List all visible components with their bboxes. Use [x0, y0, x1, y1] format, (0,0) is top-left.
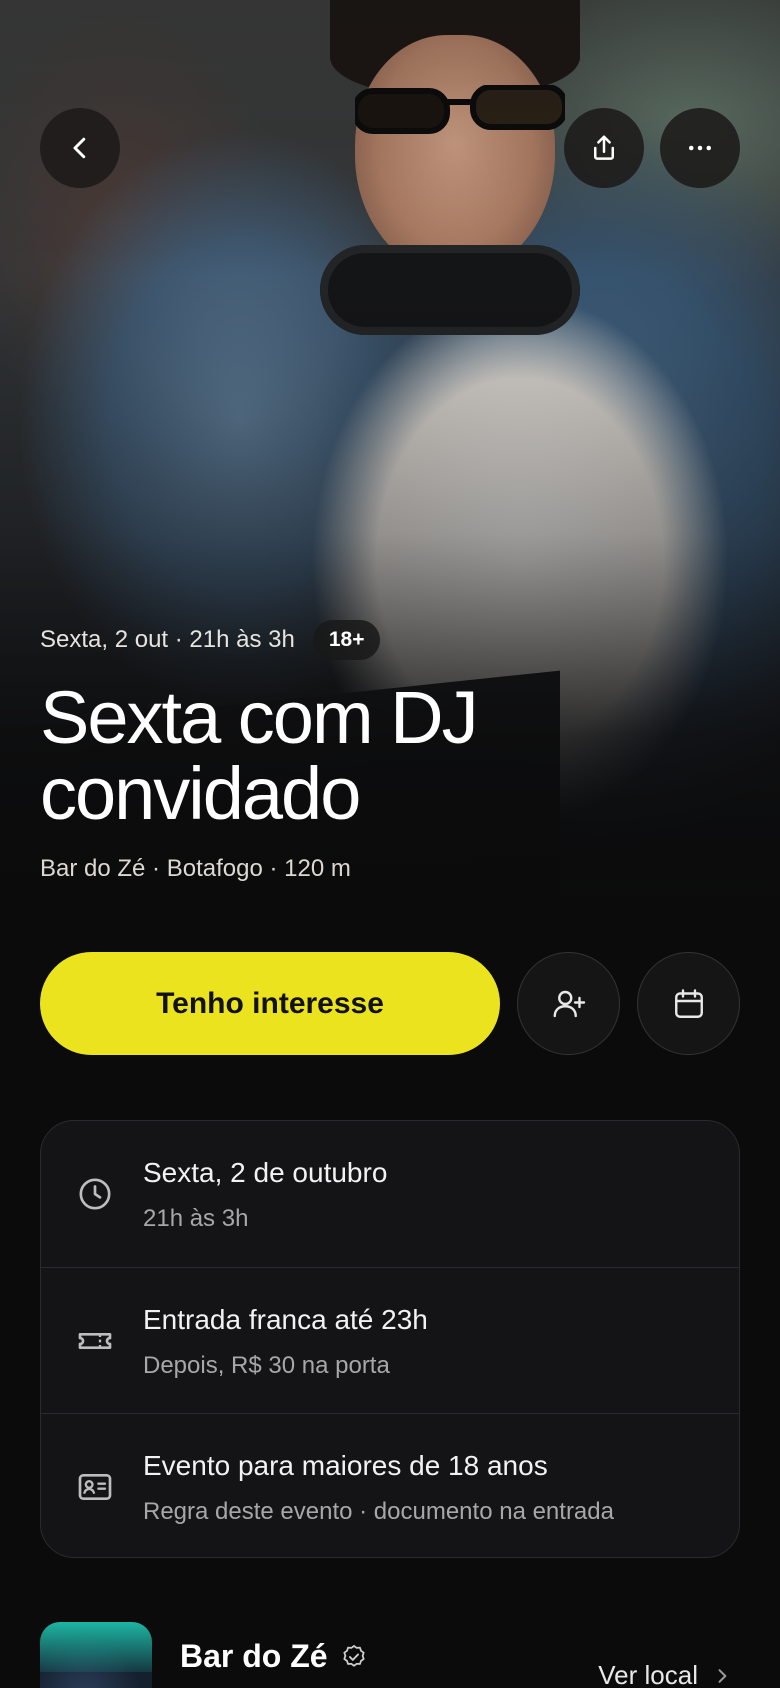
detail-title: Evento para maiores de 18 anos [143, 1450, 548, 1481]
age-badge: 18+ [312, 620, 381, 660]
more-horizontal-icon [689, 145, 711, 151]
event-title: Sexta com DJ convidado [40, 676, 479, 835]
detail-row-date: Sexta, 2 de outubro 21h às 3h [41, 1121, 739, 1267]
id-card-icon [78, 1473, 112, 1500]
chevron-right-icon [718, 1668, 727, 1683]
venue-thumbnail[interactable] [40, 1622, 152, 1688]
detail-title: Sexta, 2 de outubro [143, 1157, 388, 1188]
share-icon [594, 135, 614, 160]
verified-badge-icon [343, 1644, 365, 1667]
more-options-button[interactable] [660, 108, 740, 188]
event-datetime: Sexta, 2 out · 21h às 3h [40, 626, 295, 653]
calendar-icon [674, 988, 703, 1018]
chevron-left-icon [73, 137, 86, 159]
detail-row-entry: Entrada franca até 23h Depois, R$ 30 na … [41, 1267, 739, 1413]
detail-subtitle: 21h às 3h [143, 1205, 249, 1232]
detail-subtitle: Regra deste evento · documento na entrad… [143, 1498, 614, 1525]
interest-button[interactable]: Tenho interesse [40, 952, 500, 1055]
event-meta: Sexta, 2 out · 21h às 3h 18+ [40, 620, 381, 660]
detail-row-age: Evento para maiores de 18 anos Regra des… [41, 1413, 739, 1557]
ticket-icon [78, 1332, 112, 1349]
venue-name: Bar do Zé [180, 1638, 328, 1674]
invite-friends-button[interactable] [517, 952, 620, 1055]
venue-name-row[interactable]: Bar do Zé [180, 1638, 368, 1675]
event-details-card: Sexta, 2 de outubro 21h às 3h Entrada fr… [40, 1120, 740, 1558]
share-button[interactable] [564, 108, 644, 188]
view-venue-link[interactable]: Ver local [598, 1660, 732, 1688]
view-venue-label: Ver local [598, 1660, 698, 1688]
user-plus-icon [553, 990, 585, 1017]
detail-subtitle: Depois, R$ 30 na porta [143, 1352, 390, 1379]
clock-icon [79, 1178, 111, 1210]
detail-title: Entrada franca até 23h [143, 1304, 428, 1335]
event-location-line: Bar do Zé · Botafogo · 120 m [40, 855, 351, 882]
back-button[interactable] [40, 108, 120, 188]
add-to-calendar-button[interactable] [637, 952, 740, 1055]
